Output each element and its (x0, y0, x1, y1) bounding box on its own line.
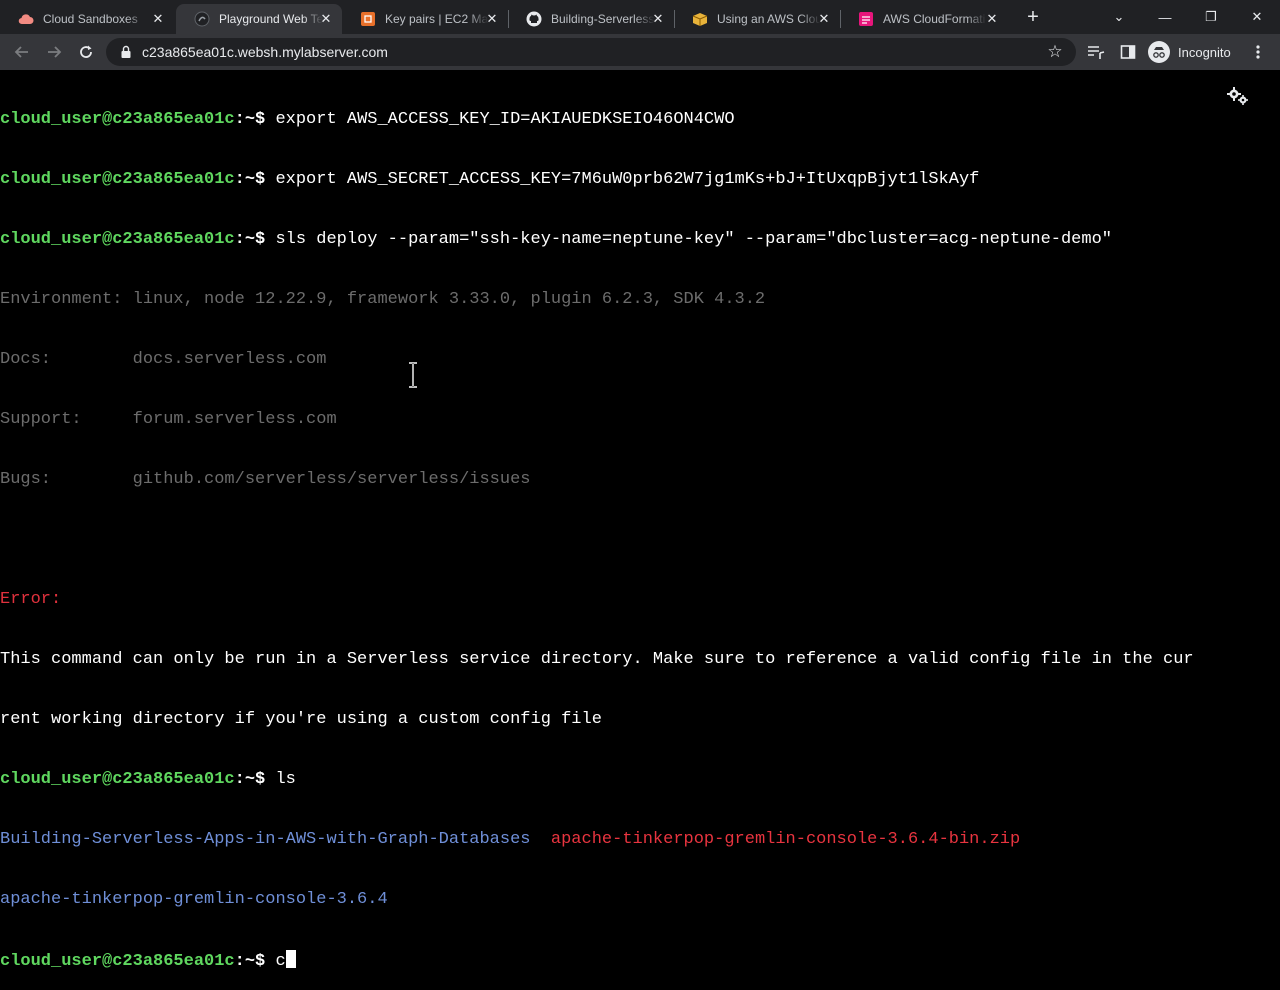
tab-github-building-serverless[interactable]: Building-Serverless ✕ (508, 4, 674, 34)
close-icon[interactable]: ✕ (150, 11, 166, 27)
current-input: c (265, 952, 286, 971)
support-line: Support: forum.serverless.com (0, 410, 337, 429)
env-info-line: Environment: linux, node 12.22.9, framew… (0, 290, 766, 309)
url-text: c23a865ea01c.websh.mylabserver.com (142, 44, 388, 60)
incognito-profile[interactable]: Incognito (1148, 40, 1231, 64)
back-button[interactable] (8, 38, 36, 66)
text-ibeam-cursor-icon (409, 362, 417, 388)
lock-icon (121, 45, 131, 58)
bookmark-star-icon[interactable]: ☆ (1046, 43, 1064, 61)
close-icon[interactable]: ✕ (318, 11, 334, 27)
bugs-line: Bugs: github.com/serverless/serverless/i… (0, 470, 531, 489)
new-tab-button[interactable]: + (1022, 7, 1044, 29)
reload-icon (80, 45, 92, 58)
prompt-suffix: :~$ (234, 110, 266, 129)
tab-search-button[interactable]: ⌄ (1096, 0, 1142, 34)
prompt-suffix: :~$ (234, 230, 266, 249)
cloud-icon (18, 11, 34, 27)
prompt-user-host: cloud_user@c23a865ea01c (0, 952, 235, 971)
ls-output-line: Building-Serverless-Apps-in-AWS-with-Gra… (0, 830, 1280, 850)
aws-ec2-icon (360, 11, 376, 27)
close-window-button[interactable]: ✕ (1234, 0, 1280, 34)
incognito-label: Incognito (1178, 44, 1231, 60)
prompt-user-host: cloud_user@c23a865ea01c (0, 770, 235, 789)
tab-playground-web-terminal[interactable]: Playground Web Te ✕ (176, 4, 342, 34)
close-icon[interactable]: ✕ (484, 11, 500, 27)
prompt-suffix: :~$ (234, 170, 266, 189)
error-message-line: rent working directory if you're using a… (0, 710, 602, 729)
tab-strip: Cloud Sandboxes ✕ Playground Web Te ✕ Ke… (0, 0, 1280, 34)
reload-button[interactable] (72, 38, 100, 66)
tab-key-pairs-ec2[interactable]: Key pairs | EC2 Mar ✕ (342, 4, 508, 34)
terminal-icon (194, 11, 210, 27)
tab-using-aws-cloud[interactable]: Using an AWS Clou ✕ (674, 4, 840, 34)
forward-button[interactable] (40, 38, 68, 66)
github-icon (526, 11, 542, 27)
box-icon (692, 11, 708, 27)
close-icon[interactable]: ✕ (816, 11, 832, 27)
error-message-line: This command can only be run in a Server… (0, 650, 1194, 669)
prompt-suffix: :~$ (234, 770, 266, 789)
prompt-user-host: cloud_user@c23a865ea01c (0, 230, 235, 249)
address-bar[interactable]: c23a865ea01c.websh.mylabserver.com ☆ (106, 38, 1076, 66)
restore-button[interactable]: ❐ (1188, 0, 1234, 34)
tab-cloud-sandboxes[interactable]: Cloud Sandboxes ✕ (0, 4, 174, 34)
command-text: export AWS_SECRET_ACCESS_KEY=7M6uW0prb62… (265, 170, 980, 189)
tab-title: Cloud Sandboxes (43, 12, 138, 26)
arrow-left-icon (14, 46, 28, 58)
terminal-line: cloud_user@c23a865ea01c:~$ export AWS_AC… (0, 110, 1280, 130)
prompt-user-host: cloud_user@c23a865ea01c (0, 110, 235, 129)
close-icon[interactable]: ✕ (650, 11, 666, 27)
command-text: export AWS_ACCESS_KEY_ID=AKIAUEDKSEIO46O… (265, 110, 735, 129)
terminal-line: cloud_user@c23a865ea01c:~$ export AWS_SE… (0, 170, 1280, 190)
playlist-icon (1088, 46, 1105, 59)
close-icon[interactable]: ✕ (984, 11, 1000, 27)
command-text: sls deploy --param="ssh-key-name=neptune… (265, 230, 1112, 249)
tab-title: Using an AWS Clou (717, 12, 821, 26)
arrow-right-icon (48, 46, 62, 58)
terminal-output[interactable]: cloud_user@c23a865ea01c:~$ export AWS_AC… (0, 70, 1280, 971)
side-panel-button[interactable] (1114, 38, 1142, 66)
directory-entry: apache-tinkerpop-gremlin-console-3.6.4 (0, 890, 388, 909)
settings-gears-icon[interactable] (1226, 86, 1250, 106)
incognito-icon (1148, 41, 1170, 63)
tab-aws-cloudformation[interactable]: AWS CloudFormati ✕ (840, 4, 1008, 34)
side-panel-icon (1120, 45, 1136, 59)
tab-title: Playground Web Te (219, 12, 323, 26)
browser-menu-button[interactable] (1244, 38, 1272, 66)
tab-title: Key pairs | EC2 Mar (385, 12, 489, 26)
browser-toolbar: c23a865ea01c.websh.mylabserver.com ☆ Inc… (0, 34, 1280, 70)
archive-entry: apache-tinkerpop-gremlin-console-3.6.4-b… (550, 830, 1021, 849)
docs-line: Docs: docs.serverless.com (0, 350, 327, 369)
tab-title: AWS CloudFormati (883, 12, 986, 26)
error-label: Error: (0, 590, 62, 609)
terminal-line: cloud_user@c23a865ea01c:~$ sls deploy --… (0, 230, 1280, 250)
cloudformation-icon (858, 11, 874, 27)
minimize-button[interactable]: — (1142, 0, 1188, 34)
media-controls-button[interactable] (1082, 38, 1110, 66)
prompt-suffix: :~$ (234, 952, 266, 971)
terminal-line: cloud_user@c23a865ea01c:~$ ls (0, 770, 1280, 790)
prompt-user-host: cloud_user@c23a865ea01c (0, 170, 235, 189)
text-cursor (285, 950, 296, 968)
more-vert-icon (1256, 45, 1260, 59)
terminal-input-line[interactable]: cloud_user@c23a865ea01c:~$ c (0, 950, 1280, 971)
directory-entry: Building-Serverless-Apps-in-AWS-with-Gra… (0, 830, 531, 849)
command-text: ls (265, 770, 296, 789)
tab-title: Building-Serverless (551, 12, 655, 26)
